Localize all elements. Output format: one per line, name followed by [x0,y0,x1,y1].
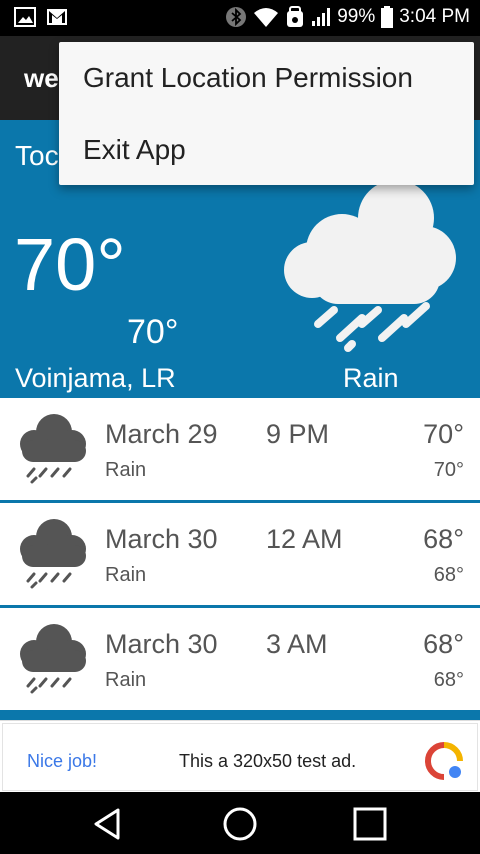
ad-banner[interactable]: Nice job! This a 320x50 test ad. [0,720,480,792]
clock: 3:04 PM [399,6,470,27]
ad-text[interactable]: This a 320x50 test ad. [179,751,356,772]
battery-icon [381,6,394,28]
forecast-low: 70° [433,459,464,481]
forecast-high: 68° [423,524,464,554]
back-icon[interactable] [88,804,128,844]
gmail-icon [47,9,67,25]
app-title: we [24,63,59,93]
forecast-time: 9 PM [266,419,330,449]
today-label: Toc [15,140,59,171]
battery-percent: 99% [337,6,376,27]
today-low-temperature: 70° [127,313,179,351]
today-condition: Rain [343,363,399,393]
rain-cloud-icon [284,180,456,352]
overflow-menu: Grant Location Permission Exit App [59,42,474,185]
forecast-date: March 29 [105,419,218,449]
location-label: Voinjama, LR [15,363,176,393]
forecast-condition: Rain [105,459,147,481]
bluetooth-icon [226,7,247,27]
forecast-low: 68° [433,669,464,691]
ad-logo-icon[interactable] [425,742,463,780]
rain-cloud-icon [20,414,86,484]
forecast-high: 70° [423,419,464,449]
forecast-condition: Rain [105,669,147,691]
ad-frame[interactable]: Nice job! This a 320x50 test ad. [2,723,478,791]
navigation-bar [0,792,480,854]
forecast-row[interactable]: March 29 9 PM 70° Rain 70° [0,398,480,500]
forecast-row[interactable]: March 30 12 AM 68° Rain 68° [0,503,480,605]
ad-nice-job-label[interactable]: Nice job! [27,751,97,772]
forecast-date: March 30 [105,524,218,554]
menu-item-grant-location-permission[interactable]: Grant Location Permission [83,62,463,94]
image-icon [14,7,36,27]
signal-icon [312,8,331,26]
rain-cloud-icon [20,519,86,589]
forecast-time: 12 AM [266,524,343,554]
rain-cloud-icon [20,624,86,694]
forecast-row[interactable]: March 30 3 AM 68° Rain 68° [0,608,480,710]
menu-item-exit-app[interactable]: Exit App [83,134,463,166]
recents-icon[interactable] [350,804,390,844]
forecast-list[interactable]: March 29 9 PM 70° Rain 70° March 30 12 A… [0,398,480,720]
wifi-icon [254,8,279,27]
forecast-condition: Rain [105,564,147,586]
today-temperature: 70° [14,223,126,306]
forecast-high: 68° [423,629,464,659]
alarm-icon [287,6,304,27]
home-icon[interactable] [220,804,260,844]
forecast-time: 3 AM [266,629,328,659]
status-bar: 99% 3:04 PM [0,0,480,36]
forecast-date: March 30 [105,629,218,659]
forecast-low: 68° [433,564,464,586]
